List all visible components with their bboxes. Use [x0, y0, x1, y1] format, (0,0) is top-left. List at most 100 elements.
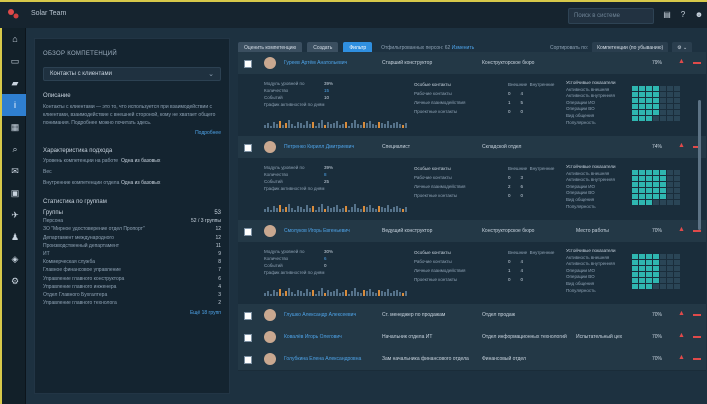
folder-icon[interactable]: ▰ — [2, 72, 28, 94]
table-row[interactable]: Петренко Кирилл Дмитриевич Специалист Скла… — [238, 136, 706, 159]
num-external: 0 — [508, 175, 511, 180]
person-name[interactable]: Глушко Александр Алексеевич — [284, 312, 356, 318]
more-groups-link[interactable]: Ещё 18 групп — [43, 310, 221, 316]
search-icon[interactable]: ⌕ — [2, 138, 28, 160]
warning-icon[interactable]: ▲ — [678, 354, 685, 361]
metric-cell — [674, 176, 680, 181]
remove-icon[interactable] — [693, 336, 701, 338]
person-department: Складской отдел — [482, 144, 522, 150]
warning-icon[interactable]: ▲ — [678, 58, 685, 65]
info-icon[interactable]: i — [2, 94, 28, 116]
row-checkbox[interactable] — [244, 334, 252, 342]
events-value: 10 — [324, 95, 330, 100]
row-checkbox[interactable] — [244, 312, 252, 320]
stat-row[interactable]: Управление главного конструктора 6 — [43, 275, 221, 283]
stat-key: Департамент международного — [43, 234, 114, 241]
level-block: Модуль уровней по 39% Количество 8 Событий… — [264, 164, 333, 192]
row-checkbox[interactable] — [244, 356, 252, 364]
remove-icon[interactable] — [693, 314, 701, 316]
metrics-block: Устойчивые показатели Активность внешняя А… — [566, 164, 616, 210]
metric-cell — [632, 104, 638, 109]
stat-value: 9 — [218, 251, 221, 258]
table-row[interactable]: Смолуков Игорь Евгеньевич Ведущий констру… — [238, 220, 706, 243]
stat-row[interactable]: Главное финансовое управление 7 — [43, 266, 221, 274]
num-external: 0 — [508, 259, 511, 264]
document-icon[interactable]: ▤ — [662, 10, 672, 20]
stat-value: 8 — [218, 259, 221, 266]
warning-icon[interactable]: ▲ — [678, 332, 685, 339]
activity-bar — [279, 121, 281, 128]
activity-bar — [381, 291, 383, 296]
chat-icon[interactable]: ✉ — [2, 160, 28, 182]
activity-bar — [366, 291, 368, 296]
metric-cell — [653, 200, 659, 205]
row-checkbox[interactable] — [244, 60, 252, 68]
inbox-icon[interactable]: ▭ — [2, 50, 28, 72]
metric-cell — [639, 86, 645, 91]
monitor-icon[interactable]: ▣ — [2, 182, 28, 204]
calendar-icon[interactable]: ▦ — [2, 116, 28, 138]
stat-row[interactable]: Отдел Главного Бухгалтера 3 — [43, 291, 221, 299]
app-logo[interactable] — [6, 7, 20, 21]
person-name[interactable]: Голубкина Елена Александровна — [284, 356, 361, 362]
row-checkbox[interactable] — [244, 144, 252, 152]
competency-select[interactable]: Контакты с клиентами ⌄ — [43, 67, 221, 81]
warning-icon[interactable]: ▲ — [678, 226, 685, 233]
metric-cell — [653, 104, 659, 109]
person-name[interactable]: Петренко Кирилл Дмитриевич — [284, 144, 354, 150]
change-filter-link[interactable]: Изменить — [452, 45, 475, 51]
remove-icon[interactable] — [693, 358, 701, 360]
home-icon[interactable]: ⌂ — [2, 28, 28, 50]
table-row[interactable]: Глушко Александр Алексеевич Ст. менеджер … — [238, 304, 706, 327]
person-name[interactable]: Ковалёв Игорь Олегович — [284, 334, 342, 340]
table-row[interactable]: Ковалёв Игорь Олегович Начальник отдела И… — [238, 326, 706, 349]
stat-value: 52 / 3 группы — [191, 218, 221, 225]
metric-cell — [674, 266, 680, 271]
remove-icon[interactable] — [693, 62, 701, 64]
activity-bar — [390, 209, 392, 212]
warning-icon[interactable]: ▲ — [678, 142, 685, 149]
metric-cell — [653, 254, 659, 259]
answers-value: 15 — [324, 88, 330, 93]
stat-row[interactable]: Коммерческая служба 8 — [43, 258, 221, 266]
remove-icon[interactable] — [693, 230, 701, 232]
tag-icon[interactable]: ◈ — [2, 248, 28, 270]
metric-cell — [646, 110, 652, 115]
metric-cell — [674, 278, 680, 283]
scrollbar[interactable] — [698, 100, 701, 230]
activity-bar — [321, 120, 323, 128]
person-name[interactable]: Гуреев Артём Анатольевич — [284, 60, 347, 66]
person-name[interactable]: Смолуков Игорь Евгеньевич — [284, 228, 350, 234]
settings-icon[interactable]: ⚙ — [2, 270, 28, 292]
table-row[interactable]: Гуреев Артём Анатольевич Старший конструк… — [238, 52, 706, 75]
metric-cell — [639, 200, 645, 205]
kv-row: Вес — [43, 169, 221, 176]
metric-cell — [660, 266, 666, 271]
num-external: 0 — [508, 91, 511, 96]
search-input[interactable]: Поиск в системе — [568, 8, 654, 24]
stat-row: Персона 52 / 3 группы — [43, 217, 221, 225]
stat-row[interactable]: Департамент международного 12 — [43, 234, 221, 242]
user-icon[interactable]: ♟ — [2, 226, 28, 248]
metric-cell — [660, 110, 666, 115]
stat-value: 7 — [218, 267, 221, 274]
row-checkbox[interactable] — [244, 228, 252, 236]
table-row[interactable]: Голубкина Елена Александровна Зам начальн… — [238, 348, 706, 371]
stat-row[interactable]: ЗО "Мирное удостоверение отдел Пропорт" 1… — [43, 225, 221, 233]
stat-row[interactable]: ИТ 9 — [43, 250, 221, 258]
activity-bar — [291, 208, 293, 212]
warning-icon[interactable]: ▲ — [678, 310, 685, 317]
stat-row[interactable]: Управление главного инженера 4 — [43, 283, 221, 291]
help-icon[interactable]: ? — [678, 10, 688, 20]
activity-bar — [378, 290, 380, 296]
avatar — [264, 309, 276, 321]
stat-row[interactable]: Управление главного технолога 2 — [43, 299, 221, 307]
person-department: Конструкторское бюро — [482, 228, 535, 234]
stat-row[interactable]: Производственный департамент 11 — [43, 242, 221, 250]
plane-icon[interactable]: ✈ — [2, 204, 28, 226]
metric-cell — [667, 110, 673, 115]
more-link[interactable]: Подробнее — [43, 130, 221, 136]
stat-row: Группы 53 — [43, 209, 221, 217]
user-icon[interactable]: ☻ — [694, 10, 704, 20]
activity-bar — [339, 125, 341, 128]
